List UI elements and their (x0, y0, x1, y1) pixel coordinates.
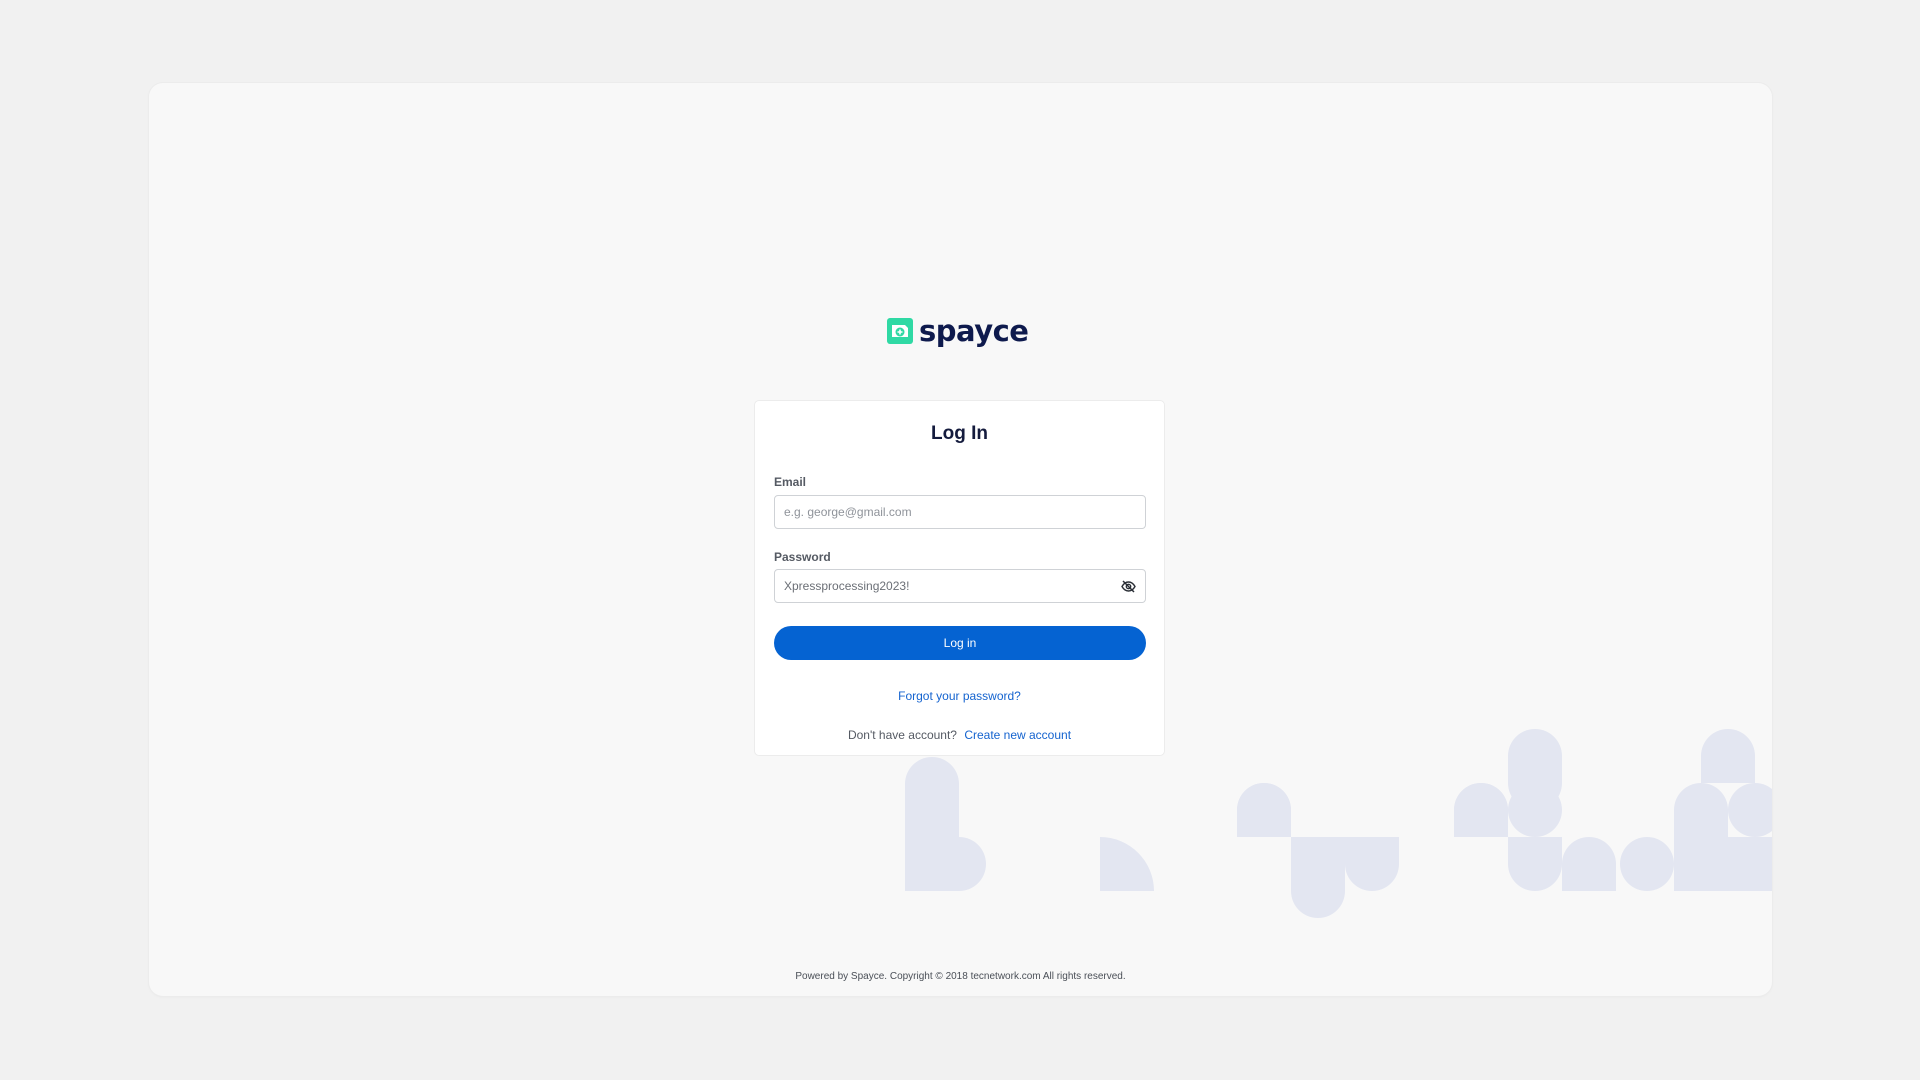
footer-copyright: Powered by Spayce. Copyright © 2018 tecn… (795, 971, 1126, 982)
password-input[interactable] (775, 570, 1145, 602)
email-label: Email (774, 475, 807, 489)
login-button[interactable]: Log in (774, 626, 1146, 660)
password-label: Password (774, 550, 831, 564)
signup-row: Don't have account? Create new account (755, 728, 1164, 742)
spayce-logo: spayce (887, 314, 1029, 348)
email-input[interactable] (775, 496, 1145, 528)
brand-name: spayce (919, 314, 1029, 348)
spayce-logo-icon (887, 318, 913, 344)
create-account-link[interactable]: Create new account (964, 728, 1071, 742)
forgot-password-link[interactable]: Forgot your password? (898, 689, 1021, 703)
email-field-wrapper (774, 495, 1146, 529)
signup-prompt: Don't have account? (847, 728, 957, 742)
login-title: Log In (931, 423, 988, 444)
eye-off-icon[interactable] (1120, 578, 1137, 595)
app-frame: spayce Log In Email Password Log in Forg… (149, 83, 1772, 996)
forgot-password-row: Forgot your password? (755, 687, 1164, 705)
password-field-wrapper (774, 569, 1146, 603)
login-card: Log In Email Password Log in Forgot your… (754, 400, 1165, 756)
